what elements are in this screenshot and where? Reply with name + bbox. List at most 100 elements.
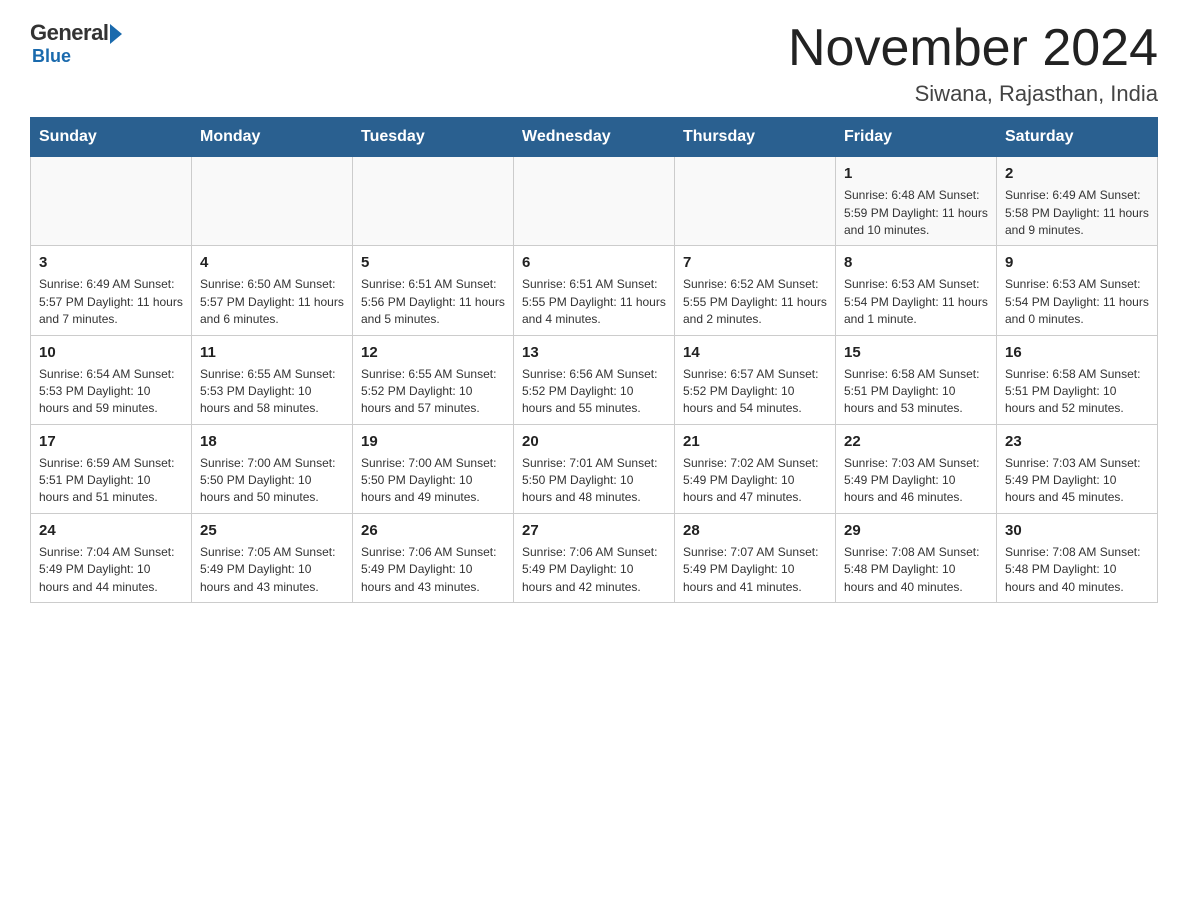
day-number: 18: [200, 431, 344, 452]
day-number: 16: [1005, 342, 1149, 363]
day-number: 14: [683, 342, 827, 363]
calendar-cell: 1Sunrise: 6:48 AM Sunset: 5:59 PM Daylig…: [836, 157, 997, 246]
calendar-cell: 26 Sunrise: 7:06 AM Sunset: 5:49 PM Dayli…: [353, 513, 514, 602]
day-number: 7: [683, 252, 827, 273]
calendar-cell: 25 Sunrise: 7:05 AM Sunset: 5:49 PM Dayli…: [192, 513, 353, 602]
calendar-cell: [31, 157, 192, 246]
calendar-cell: 19 Sunrise: 7:00 AM Sunset: 5:50 PM Dayli…: [353, 424, 514, 513]
calendar-cell: 21 Sunrise: 7:02 AM Sunset: 5:49 PM Dayli…: [675, 424, 836, 513]
logo-general-text: General: [30, 20, 108, 46]
day-info: Sunrise: 6:55 AM Sunset: 5:53 PM Dayligh…: [200, 366, 344, 418]
calendar-cell: 12Sunrise: 6:55 AM Sunset: 5:52 PM Dayli…: [353, 335, 514, 424]
day-number: 25: [200, 520, 344, 541]
calendar-cell: 2Sunrise: 6:49 AM Sunset: 5:58 PM Daylig…: [997, 157, 1158, 246]
day-number: 19: [361, 431, 505, 452]
calendar-cell: 4Sunrise: 6:50 AM Sunset: 5:57 PM Daylig…: [192, 246, 353, 335]
calendar-header-sunday: Sunday: [31, 118, 192, 157]
day-info: Sunrise: 6:51 AM Sunset: 5:55 PM Dayligh…: [522, 276, 666, 328]
calendar-cell: 10 Sunrise: 6:54 AM Sunset: 5:53 PM Dayli…: [31, 335, 192, 424]
day-number: 11: [200, 342, 344, 363]
calendar-cell: [514, 157, 675, 246]
day-number: 17: [39, 431, 183, 452]
day-number: 4: [200, 252, 344, 273]
calendar-header-saturday: Saturday: [997, 118, 1158, 157]
day-number: 15: [844, 342, 988, 363]
calendar-cell: 30 Sunrise: 7:08 AM Sunset: 5:48 PM Dayli…: [997, 513, 1158, 602]
calendar-cell: [675, 157, 836, 246]
calendar-cell: 22Sunrise: 7:03 AM Sunset: 5:49 PM Dayli…: [836, 424, 997, 513]
calendar-table: SundayMondayTuesdayWednesdayThursdayFrid…: [30, 117, 1158, 603]
day-info: Sunrise: 6:54 AM Sunset: 5:53 PM Dayligh…: [39, 366, 183, 418]
calendar-week-row: 1Sunrise: 6:48 AM Sunset: 5:59 PM Daylig…: [31, 157, 1158, 246]
page-header: General Blue November 2024 Siwana, Rajas…: [30, 20, 1158, 107]
day-info: Sunrise: 6:52 AM Sunset: 5:55 PM Dayligh…: [683, 276, 827, 328]
day-number: 8: [844, 252, 988, 273]
calendar-cell: 15Sunrise: 6:58 AM Sunset: 5:51 PM Dayli…: [836, 335, 997, 424]
day-number: 9: [1005, 252, 1149, 273]
day-info: Sunrise: 7:08 AM Sunset: 5:48 PM Dayligh…: [1005, 544, 1149, 596]
day-info: Sunrise: 7:04 AM Sunset: 5:49 PM Dayligh…: [39, 544, 183, 596]
calendar-week-row: 3 Sunrise: 6:49 AM Sunset: 5:57 PM Daylig…: [31, 246, 1158, 335]
day-number: 1: [844, 163, 988, 184]
day-number: 27: [522, 520, 666, 541]
calendar-header-tuesday: Tuesday: [353, 118, 514, 157]
logo-blue-text: Blue: [32, 46, 71, 67]
day-info: Sunrise: 6:56 AM Sunset: 5:52 PM Dayligh…: [522, 366, 666, 418]
day-number: 29: [844, 520, 988, 541]
day-info: Sunrise: 6:49 AM Sunset: 5:58 PM Dayligh…: [1005, 187, 1149, 239]
day-number: 6: [522, 252, 666, 273]
day-number: 24: [39, 520, 183, 541]
day-number: 13: [522, 342, 666, 363]
day-info: Sunrise: 7:06 AM Sunset: 5:49 PM Dayligh…: [522, 544, 666, 596]
calendar-cell: 27 Sunrise: 7:06 AM Sunset: 5:49 PM Dayli…: [514, 513, 675, 602]
day-number: 21: [683, 431, 827, 452]
day-info: Sunrise: 6:58 AM Sunset: 5:51 PM Dayligh…: [1005, 366, 1149, 418]
calendar-week-row: 24 Sunrise: 7:04 AM Sunset: 5:49 PM Dayli…: [31, 513, 1158, 602]
day-info: Sunrise: 7:01 AM Sunset: 5:50 PM Dayligh…: [522, 455, 666, 507]
day-number: 5: [361, 252, 505, 273]
calendar-cell: [192, 157, 353, 246]
day-number: 10: [39, 342, 183, 363]
calendar-cell: 29Sunrise: 7:08 AM Sunset: 5:48 PM Dayli…: [836, 513, 997, 602]
calendar-cell: [353, 157, 514, 246]
logo: General Blue: [30, 20, 122, 67]
calendar-header-thursday: Thursday: [675, 118, 836, 157]
calendar-cell: 20 Sunrise: 7:01 AM Sunset: 5:50 PM Dayli…: [514, 424, 675, 513]
calendar-cell: 7 Sunrise: 6:52 AM Sunset: 5:55 PM Daylig…: [675, 246, 836, 335]
calendar-cell: 6 Sunrise: 6:51 AM Sunset: 5:55 PM Daylig…: [514, 246, 675, 335]
calendar-cell: 11 Sunrise: 6:55 AM Sunset: 5:53 PM Dayli…: [192, 335, 353, 424]
day-info: Sunrise: 7:05 AM Sunset: 5:49 PM Dayligh…: [200, 544, 344, 596]
calendar-cell: 14 Sunrise: 6:57 AM Sunset: 5:52 PM Dayli…: [675, 335, 836, 424]
calendar-cell: 24 Sunrise: 7:04 AM Sunset: 5:49 PM Dayli…: [31, 513, 192, 602]
location: Siwana, Rajasthan, India: [788, 81, 1158, 107]
day-info: Sunrise: 7:02 AM Sunset: 5:49 PM Dayligh…: [683, 455, 827, 507]
day-info: Sunrise: 7:07 AM Sunset: 5:49 PM Dayligh…: [683, 544, 827, 596]
day-number: 26: [361, 520, 505, 541]
day-info: Sunrise: 6:55 AM Sunset: 5:52 PM Dayligh…: [361, 366, 505, 418]
day-info: Sunrise: 6:53 AM Sunset: 5:54 PM Dayligh…: [1005, 276, 1149, 328]
calendar-header-row: SundayMondayTuesdayWednesdayThursdayFrid…: [31, 118, 1158, 157]
day-info: Sunrise: 7:06 AM Sunset: 5:49 PM Dayligh…: [361, 544, 505, 596]
day-info: Sunrise: 7:00 AM Sunset: 5:50 PM Dayligh…: [200, 455, 344, 507]
calendar-week-row: 10 Sunrise: 6:54 AM Sunset: 5:53 PM Dayli…: [31, 335, 1158, 424]
logo-arrow-icon: [110, 24, 122, 44]
day-number: 20: [522, 431, 666, 452]
calendar-header-monday: Monday: [192, 118, 353, 157]
calendar-header-wednesday: Wednesday: [514, 118, 675, 157]
calendar-cell: 5 Sunrise: 6:51 AM Sunset: 5:56 PM Daylig…: [353, 246, 514, 335]
day-info: Sunrise: 6:57 AM Sunset: 5:52 PM Dayligh…: [683, 366, 827, 418]
calendar-cell: 28 Sunrise: 7:07 AM Sunset: 5:49 PM Dayli…: [675, 513, 836, 602]
day-number: 30: [1005, 520, 1149, 541]
day-info: Sunrise: 7:00 AM Sunset: 5:50 PM Dayligh…: [361, 455, 505, 507]
day-info: Sunrise: 6:59 AM Sunset: 5:51 PM Dayligh…: [39, 455, 183, 507]
day-number: 3: [39, 252, 183, 273]
day-info: Sunrise: 6:49 AM Sunset: 5:57 PM Dayligh…: [39, 276, 183, 328]
title-section: November 2024 Siwana, Rajasthan, India: [788, 20, 1158, 107]
day-number: 22: [844, 431, 988, 452]
calendar-cell: 23 Sunrise: 7:03 AM Sunset: 5:49 PM Dayli…: [997, 424, 1158, 513]
day-number: 28: [683, 520, 827, 541]
day-info: Sunrise: 6:51 AM Sunset: 5:56 PM Dayligh…: [361, 276, 505, 328]
calendar-cell: 16 Sunrise: 6:58 AM Sunset: 5:51 PM Dayli…: [997, 335, 1158, 424]
day-number: 23: [1005, 431, 1149, 452]
day-info: Sunrise: 7:03 AM Sunset: 5:49 PM Dayligh…: [1005, 455, 1149, 507]
